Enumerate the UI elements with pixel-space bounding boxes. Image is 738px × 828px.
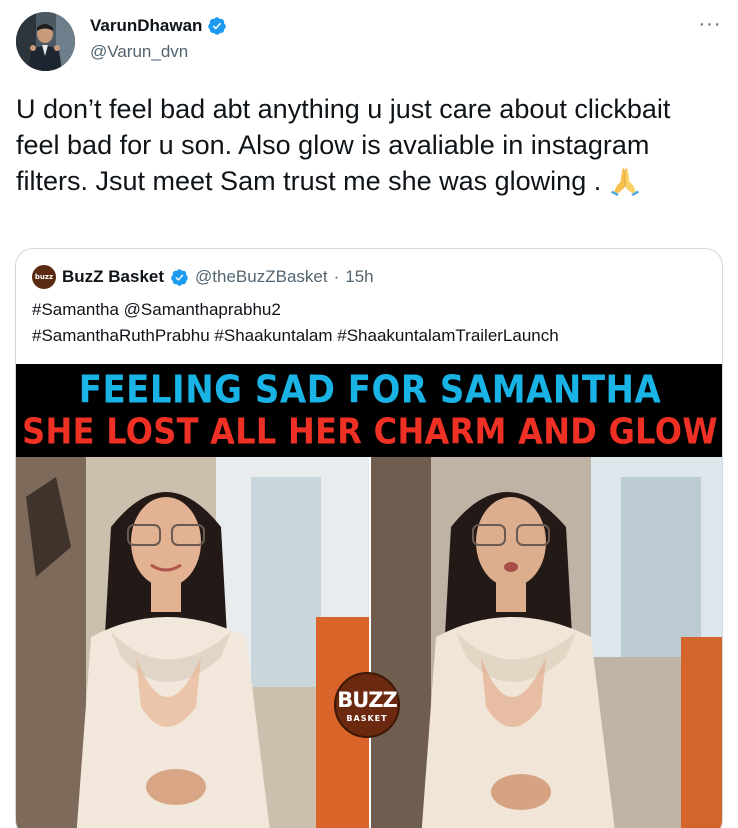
quoted-tweet-text: #Samantha @Samanthaprabhu2 #SamanthaRuth… [32,297,712,349]
verified-badge-icon [208,17,227,35]
author-handle[interactable]: @Varun_dvn [90,42,227,62]
media-photo-right [371,457,722,828]
quoted-separator: · [333,267,340,286]
media-headline-2: SHE LOST ALL HER CHARM AND GLOW [22,409,718,453]
media-banner: FEELING SAD FOR SAMANTHA SHE LOST ALL HE… [16,364,722,457]
logo-text-2: BASKET [346,714,388,723]
tweet: VarunDhawan @Varun_dvn ··· U don’t feel … [0,0,738,828]
author-name[interactable]: VarunDhawan [90,16,202,36]
avatar-image [16,12,75,71]
author-avatar[interactable] [16,12,75,71]
quoted-verified-badge-icon [171,268,188,286]
photo-left-illustration [16,457,369,828]
quoted-timestamp[interactable]: 15h [345,267,373,287]
tweet-text: U don’t feel bad abt anything u just car… [16,91,706,199]
photo-right-illustration [371,457,722,828]
buzz-basket-logo: BUZZ BASKET [334,672,400,738]
tweet-text-content: U don’t feel bad abt anything u just car… [16,94,671,196]
quoted-media-image[interactable]: FEELING SAD FOR SAMANTHA SHE LOST ALL HE… [16,364,722,828]
media-photo-left [16,457,369,828]
media-headline-1: FEELING SAD FOR SAMANTHA [78,367,662,413]
logo-text-1: BUZZ [337,688,398,712]
author-info: VarunDhawan @Varun_dvn [90,16,227,62]
quoted-tweet-header: buzz BuzZ Basket @theBuzZBasket · 15h [32,265,374,289]
quoted-avatar-label: buzz [34,273,54,281]
quoted-author-avatar[interactable]: buzz [32,265,56,289]
quoted-text-line-1: #Samantha @Samanthaprabhu2 [32,300,281,319]
more-options-icon[interactable]: ··· [698,14,722,38]
quoted-tweet[interactable]: buzz BuzZ Basket @theBuzZBasket · 15h #S… [15,248,723,828]
quoted-text-line-2: #SamanthaRuthPrabhu #Shaakuntalam #Shaak… [32,326,559,345]
folded-hands-emoji-icon [610,167,639,196]
quoted-author-handle[interactable]: @theBuzZBasket [195,267,328,287]
quoted-author-name[interactable]: BuzZ Basket [62,267,164,287]
